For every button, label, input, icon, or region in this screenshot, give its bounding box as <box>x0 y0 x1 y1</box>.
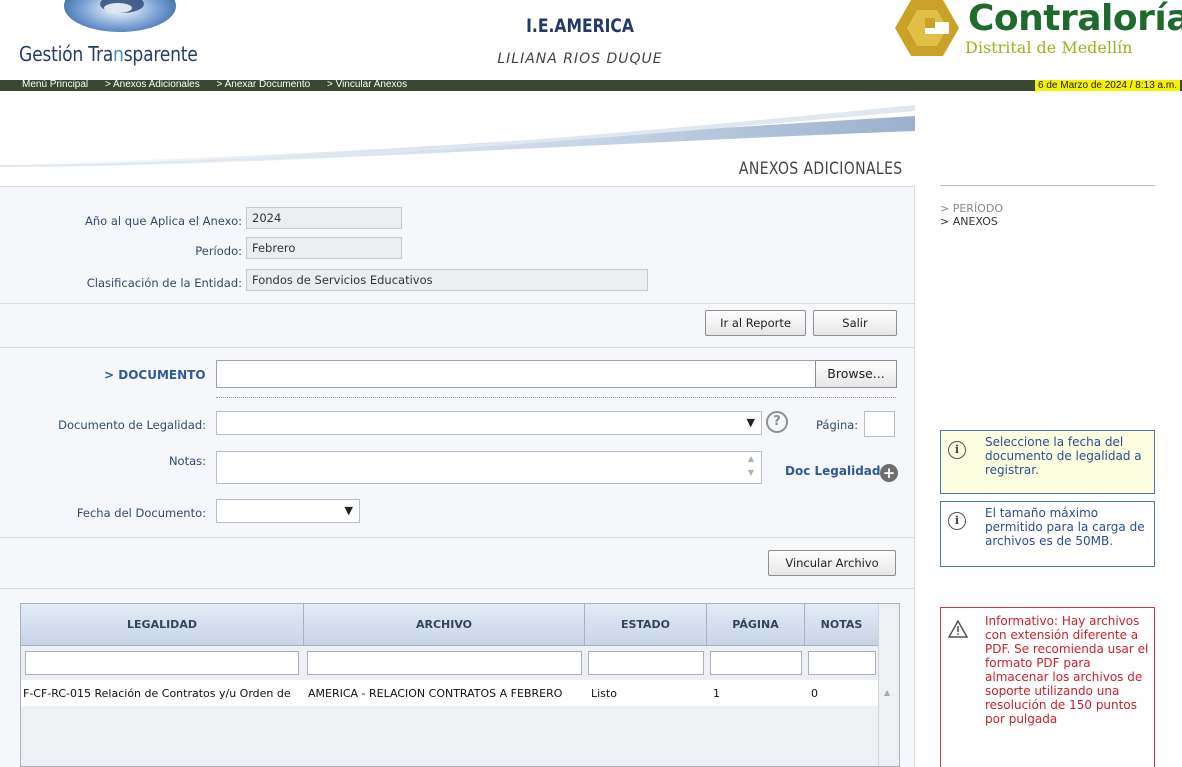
column-header-notas[interactable]: NOTAS <box>805 604 879 646</box>
fecha-select[interactable]: ▼ <box>216 499 360 523</box>
browse-button[interactable]: Browse... <box>815 360 897 388</box>
breadcrumb-menu-principal[interactable]: Menú Principal <box>22 79 88 90</box>
breadcrumb-anexos-adicionales[interactable]: > Anexos Adicionales <box>105 79 200 90</box>
side-item-periodo[interactable]: > PERÍODO <box>940 202 1155 215</box>
filter-legalidad[interactable] <box>25 651 299 675</box>
cell-pagina: 1 <box>713 687 720 700</box>
file-path-input[interactable] <box>216 360 816 388</box>
breadcrumb: Menú Principal > Anexos Adicionales > An… <box>22 79 421 90</box>
breadcrumb-vincular-anexos[interactable]: > Vincular Anexos <box>327 79 407 90</box>
scroll-up-icon[interactable]: ▲ <box>884 688 890 697</box>
notice-text: El tamaño máximo permitido para la carga… <box>985 506 1145 548</box>
vincular-archivo-button[interactable]: Vincular Archivo <box>768 550 896 576</box>
gestion-transparente-logo: Gestión Transparente <box>19 42 198 66</box>
page-title: ANEXOS ADICIONALES <box>739 159 903 179</box>
info-notice-fecha: i Seleccione la fecha del documento de l… <box>940 430 1155 494</box>
clasificacion-field: Fondos de Servicios Educativos <box>246 269 648 291</box>
doc-legalidad-select[interactable]: ▼ <box>216 411 762 435</box>
warning-notice-pdf: Informativo: Hay archivos con extensión … <box>940 607 1155 767</box>
cell-notas: 0 <box>811 687 818 700</box>
column-header-pagina[interactable]: PÁGINA <box>707 604 805 646</box>
contraloria-emblem-icon <box>895 0 959 56</box>
divider <box>0 588 915 589</box>
side-item-anexos[interactable]: > ANEXOS <box>940 215 1155 228</box>
help-icon[interactable]: ? <box>766 411 788 433</box>
notice-text: Seleccione la fecha del documento de leg… <box>985 435 1142 477</box>
periodo-field: Febrero <box>246 237 402 259</box>
info-icon: i <box>948 441 966 459</box>
filter-archivo[interactable] <box>307 651 582 675</box>
contraloria-subtitle: Distrital de Medellín <box>965 38 1133 57</box>
main-panel: ANEXOS ADICIONALES Año al que Aplica el … <box>0 91 915 767</box>
column-header-legalidad[interactable]: LEGALIDAD <box>21 604 304 646</box>
notice-text: Informativo: Hay archivos con extensión … <box>985 614 1149 726</box>
table-header: LEGALIDAD ARCHIVO ESTADO PÁGINA NOTAS <box>21 604 879 646</box>
cell-estado: Listo <box>591 687 617 700</box>
breadcrumb-bar: Menú Principal > Anexos Adicionales > An… <box>0 79 1182 91</box>
anexos-table: LEGALIDAD ARCHIVO ESTADO PÁGINA NOTAS F-… <box>20 603 900 767</box>
pagina-label: Página: <box>816 418 859 432</box>
filter-estado[interactable] <box>588 651 704 675</box>
anio-label: Año al que Aplica el Anexo: <box>85 214 242 228</box>
divider <box>0 537 915 538</box>
divider <box>0 186 915 187</box>
textarea-scroll-arrows[interactable]: ▲ ▼ <box>741 452 761 484</box>
info-icon: i <box>948 512 966 530</box>
dropdown-arrow-icon: ▼ <box>344 504 353 517</box>
table-scrollbar[interactable]: ▲ <box>878 604 899 766</box>
pagina-input[interactable] <box>864 411 895 437</box>
column-header-archivo[interactable]: ARCHIVO <box>304 604 585 646</box>
notas-label: Notas: <box>168 454 206 468</box>
documento-label: > DOCUMENTO <box>104 368 206 382</box>
cell-legalidad: F-CF-RC-015 Relación de Contratos y/u Or… <box>23 687 291 700</box>
doc-legalidad-link[interactable]: Doc Legalidad <box>785 464 880 478</box>
salir-button[interactable]: Salir <box>813 310 897 336</box>
divider <box>0 303 915 304</box>
filter-pagina[interactable] <box>710 651 802 675</box>
app-header: Gestión Transparente I.E.AMERICA LILIANA… <box>0 0 1182 80</box>
fecha-label: Fecha del Documento: <box>76 506 206 520</box>
clasificacion-label: Clasificación de la Entidad: <box>86 276 242 290</box>
anio-field: 2024 <box>246 207 402 229</box>
contraloria-title: Contraloría <box>968 0 1182 39</box>
school-name: I.E.AMERICA <box>526 15 634 37</box>
dropdown-arrow-icon: ▼ <box>746 416 755 429</box>
cell-archivo: AMERICA - RELACION CONTRATOS A FEBRERO <box>308 687 563 700</box>
filter-notas[interactable] <box>808 651 876 675</box>
add-circle-icon[interactable]: + <box>880 464 898 482</box>
dotted-separator <box>216 397 896 398</box>
doc-legalidad-label: Documento de Legalidad: <box>58 418 206 432</box>
section-banner: ANEXOS ADICIONALES <box>0 91 915 186</box>
info-notice-tamano: i El tamaño máximo permitido para la car… <box>940 501 1155 567</box>
column-header-estado[interactable]: ESTADO <box>585 604 707 646</box>
ir-al-reporte-button[interactable]: Ir al Reporte <box>705 310 806 336</box>
side-nav: > PERÍODO > ANEXOS <box>940 185 1155 228</box>
periodo-label: Período: <box>195 244 242 258</box>
notas-textarea[interactable] <box>216 451 762 484</box>
breadcrumb-anexar-documento[interactable]: > Anexar Documento <box>217 79 311 90</box>
swoosh-logo <box>64 0 176 32</box>
divider <box>0 347 915 348</box>
date-time-stamp: 6 de Marzo de 2024 / 8:13 a.m. <box>1035 80 1180 91</box>
user-name: LILIANA RIOS DUQUE <box>497 51 663 67</box>
warning-icon <box>948 620 968 638</box>
